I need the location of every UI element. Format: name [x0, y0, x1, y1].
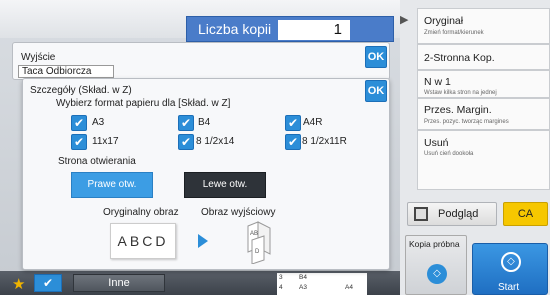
- menu-item-title: Oryginał: [424, 15, 464, 27]
- preview-button[interactable]: Podgląd: [407, 202, 497, 226]
- menu-item-erase[interactable]: Usuń Usuń cień dookoła: [417, 130, 550, 190]
- copies-label: Liczba kopii: [198, 21, 272, 37]
- menu-item-original[interactable]: Oryginał Zmień format/kierunek: [417, 8, 550, 44]
- checkbox-a4r[interactable]: ✔: [285, 115, 301, 131]
- menu-item-title: Usuń: [424, 137, 449, 149]
- menu-item-subtitle: Wstaw kilka stron na jednej: [424, 90, 497, 96]
- menu-item-title: N w 1: [424, 76, 451, 88]
- left-opening-button[interactable]: Lewe otw.: [184, 172, 266, 198]
- other-button[interactable]: Inne: [73, 274, 165, 292]
- copies-box[interactable]: Liczba kopii 1: [186, 16, 394, 42]
- menu-item-margin-shift[interactable]: Przes. Margin. Przes. pozyc. tworząc mar…: [417, 98, 550, 130]
- proof-start-icon: ◇: [427, 264, 447, 284]
- start-icon: ◇: [501, 252, 521, 272]
- svg-text:AB: AB: [250, 231, 258, 237]
- checkbox-a3[interactable]: ✔: [71, 115, 87, 131]
- paper-size-label: A3: [92, 117, 105, 128]
- checkbox-11x17[interactable]: ✔: [71, 134, 87, 150]
- checkbox-b4[interactable]: ✔: [178, 115, 194, 131]
- star-icon[interactable]: ★: [12, 275, 25, 293]
- menu-item-n-in-1[interactable]: N w 1 Wstaw kilka stron na jednej: [417, 70, 550, 98]
- tray-paper: A4: [345, 284, 353, 291]
- output-image-label: Obraz wyjściowy: [201, 207, 276, 218]
- copies-input[interactable]: 1: [278, 20, 350, 40]
- tray-paper: B4: [299, 274, 307, 281]
- paper-size-label: B4: [198, 117, 211, 128]
- menu-item-subtitle: Zmień format/kierunek: [424, 30, 484, 36]
- paper-size-label: A4R: [303, 117, 323, 128]
- check-icon[interactable]: ✔: [34, 274, 62, 292]
- z-fold-output-icon: AB D: [247, 221, 271, 264]
- menu-item-title: 2-Stronna Kop.: [424, 52, 495, 64]
- clear-all-button[interactable]: CA: [503, 202, 548, 226]
- menu-item-subtitle: Usuń cień dookoła: [424, 151, 474, 157]
- output-title: Wyjście: [21, 52, 56, 63]
- start-button[interactable]: ◇ Start: [472, 243, 548, 295]
- right-opening-button[interactable]: Prawe otw.: [71, 172, 153, 198]
- menu-item-subtitle: Przes. pozyc. tworząc margines: [424, 119, 509, 125]
- checkbox-8-1-2x14[interactable]: ✔: [178, 134, 194, 150]
- paper-size-label: 11x17: [92, 136, 119, 147]
- svg-text:D: D: [255, 249, 260, 255]
- start-label: Start: [498, 282, 520, 293]
- paper-size-prompt: Wybierz format papieru dla [Skład. w Z]: [56, 98, 231, 109]
- output-ok-button[interactable]: OK: [365, 46, 387, 68]
- tray-number: 3: [279, 274, 283, 281]
- dialog-title: Szczegóły (Skład. w Z): [30, 85, 132, 96]
- tray-paper: A3: [299, 284, 307, 291]
- arrow-right-icon: [198, 234, 208, 248]
- proof-copy-button[interactable]: Kopia próbna ◇: [405, 235, 467, 295]
- checkbox-8-1-2x11r[interactable]: ✔: [285, 134, 301, 150]
- preview-icon: [414, 207, 428, 221]
- proof-copy-label: Kopia próbna: [409, 239, 460, 249]
- play-icon: ▶: [400, 14, 409, 26]
- original-image-preview: ABCD: [110, 223, 176, 259]
- opening-side-label: Strona otwierania: [58, 156, 136, 167]
- original-image-label: Oryginalny obraz: [103, 207, 179, 218]
- menu-item-duplex[interactable]: 2-Stronna Kop.: [417, 44, 550, 70]
- menu-item-title: Przes. Margin.: [424, 104, 492, 116]
- output-tray-field[interactable]: Taca Odbiorcza: [18, 65, 114, 78]
- tray-number: 4: [279, 284, 283, 291]
- dialog-ok-button[interactable]: OK: [365, 80, 387, 102]
- paper-size-label: 8 1/2x11R: [302, 136, 347, 147]
- preview-label: Podgląd: [438, 208, 479, 220]
- tray-status: 3 B4 4 A3 A4: [277, 273, 367, 295]
- paper-size-label: 8 1/2x14: [196, 136, 235, 147]
